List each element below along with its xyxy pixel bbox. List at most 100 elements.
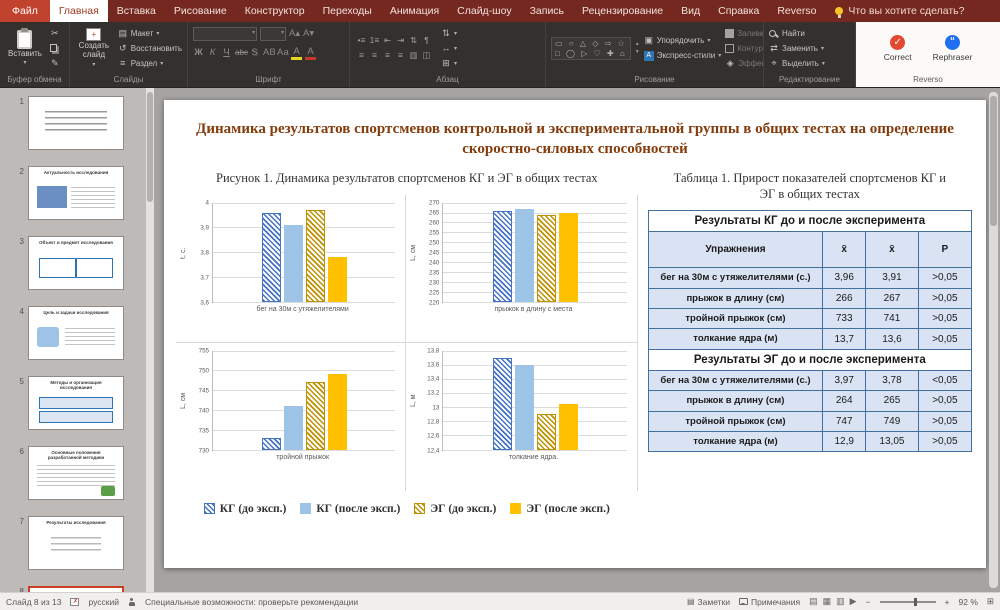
ribbon-tab[interactable]: Анимация — [381, 0, 448, 22]
chart-4[interactable]: L, м13,813,613,413,21312,812,612,4толкан… — [406, 343, 636, 491]
slide-thumbnail[interactable]: Основные положения разработанной методик… — [28, 446, 124, 500]
figure-caption[interactable]: Рисунок 1. Динамика результатов спортсме… — [194, 171, 620, 187]
decrease-font-button[interactable]: А▾ — [303, 28, 314, 39]
increase-indent-button[interactable]: ⇥ — [394, 35, 407, 46]
new-slide-button[interactable]: + Создать слайд ▾ — [75, 27, 113, 69]
justify-button[interactable]: ≡ — [394, 50, 407, 61]
ribbon-tabs: ГлавнаяВставкаРисованиеКонструкторПерехо… — [50, 0, 826, 22]
slide-title[interactable]: Динамика результатов спортсменов контрол… — [190, 120, 960, 159]
arrange-button[interactable]: ▣Упорядочить▾ — [644, 34, 722, 47]
slide-thumbnail[interactable]: Результаты исследования — [28, 516, 124, 570]
ribbon-tab[interactable]: Переходы — [314, 0, 381, 22]
shape-effects-button[interactable]: ◈Эффекты фигуры▾ — [725, 57, 764, 70]
ribbon-tab[interactable]: Конструктор — [236, 0, 314, 22]
correct-button[interactable]: ✓ Correct — [876, 35, 920, 62]
paste-button[interactable]: Вставить ▾ — [5, 29, 45, 68]
highlight-color-button[interactable]: А — [291, 46, 302, 60]
align-left-button[interactable]: ≡ — [355, 50, 368, 61]
shape-outline-button[interactable]: Контур фигуры▾ — [725, 42, 764, 55]
format-painter-button[interactable]: ✎ — [50, 57, 60, 70]
notes-toggle[interactable]: ▤Заметки — [687, 597, 730, 607]
slide-counter[interactable]: Слайд 8 из 13 — [6, 597, 61, 607]
shape-icons-row: ▭ ○ △ ◇ ⇨ ☆ — [555, 39, 627, 48]
chart-2[interactable]: L, см270265260255250245240235230225220пр… — [406, 195, 636, 343]
chart-3[interactable]: L, см755750745740735730тройной прыжок — [176, 343, 406, 491]
ribbon-tab[interactable]: Главная — [50, 0, 108, 22]
ribbon-tab[interactable]: Reverso — [768, 0, 825, 22]
numbering-button[interactable]: 1≡ — [368, 35, 381, 46]
replace-button[interactable]: ⇄Заменить▾ — [769, 42, 825, 55]
quick-styles-button[interactable]: АЭкспресс-стили▾ — [644, 49, 722, 62]
slide-thumbnail[interactable] — [28, 96, 124, 150]
align-text-button[interactable]: ↔▾ — [441, 42, 457, 55]
copy-button[interactable] — [50, 42, 60, 55]
tab-file[interactable]: Файл — [0, 0, 50, 22]
ribbon-tab[interactable]: Рецензирование — [573, 0, 672, 22]
ribbon-tab[interactable]: Запись — [521, 0, 573, 22]
zoom-slider-thumb[interactable] — [914, 598, 917, 606]
increase-font-button[interactable]: А▴ — [289, 28, 300, 39]
slide-thumbnail[interactable]: Актуальность исследования — [28, 166, 124, 220]
find-button[interactable]: Найти — [769, 27, 825, 40]
bold-button[interactable]: Ж — [193, 47, 204, 58]
ribbon-tab[interactable]: Слайд-шоу — [448, 0, 520, 22]
reading-view-button[interactable]: ▥ — [836, 596, 845, 607]
zoom-level[interactable]: 92 % — [959, 597, 978, 607]
ribbon-tab[interactable]: Справка — [709, 0, 768, 22]
results-table[interactable]: Результаты КГ до и после экспериментаУпр… — [648, 210, 972, 452]
language-indicator[interactable]: русский — [88, 597, 119, 607]
font-name-select[interactable] — [193, 27, 257, 41]
slide-thumbnail[interactable] — [28, 586, 124, 592]
slide-thumbnail[interactable]: Объект и предмет исследования — [28, 236, 124, 290]
shape-fill-button[interactable]: Заливка фигуры▾ — [725, 27, 764, 40]
normal-view-button[interactable]: ▤ — [809, 596, 818, 607]
comments-toggle[interactable]: Примечания — [739, 597, 800, 607]
smartart-convert-button[interactable]: ◫ — [420, 50, 433, 61]
italic-button[interactable]: К — [207, 47, 218, 58]
accessibility-status[interactable]: Специальные возможности: проверьте реком… — [145, 597, 358, 607]
zoom-slider[interactable] — [880, 601, 936, 603]
change-case-button[interactable]: Аа — [277, 47, 288, 58]
underline-button[interactable]: Ч — [221, 47, 232, 58]
decrease-indent-button[interactable]: ⇤ — [381, 35, 394, 46]
layout-button[interactable]: ▤Макет▾ — [118, 27, 182, 40]
reset-button[interactable]: ↺Восстановить — [118, 42, 182, 55]
convert-smartart-button[interactable]: ⊞▾ — [441, 57, 457, 70]
ribbon-tab[interactable]: Рисование — [165, 0, 236, 22]
columns-button[interactable]: ▥ — [407, 50, 420, 61]
line-spacing-button[interactable]: ⇅ — [407, 35, 420, 46]
ribbon-tab[interactable]: Вставка — [108, 0, 165, 22]
scrollbar-thumb[interactable] — [990, 96, 997, 226]
chart-1[interactable]: t, с.43,93,83,73,6бег на 30м с утяжелите… — [176, 195, 406, 343]
tell-me-box[interactable]: Что вы хотите сделать? — [825, 0, 974, 22]
ribbon-tab[interactable]: Вид — [672, 0, 709, 22]
section-button[interactable]: ≡Раздел▾ — [118, 57, 182, 70]
zoom-out-button[interactable]: − — [866, 597, 871, 607]
rephraser-button[interactable]: “ Rephraser — [925, 35, 981, 62]
table-caption[interactable]: Таблица 1. Прирост показателей спортсмен… — [666, 171, 954, 202]
thumbnail-panel-scrollbar[interactable] — [146, 88, 154, 592]
text-shadow-button[interactable]: S — [249, 47, 260, 58]
bullets-button[interactable]: •≡ — [355, 35, 368, 46]
gallery-scroll-arrows[interactable]: ▲▼ — [635, 41, 640, 55]
spellcheck-icon[interactable] — [70, 598, 79, 606]
align-center-button[interactable]: ≡ — [368, 50, 381, 61]
cut-button[interactable]: ✂ — [50, 27, 60, 40]
font-color-button[interactable]: А — [305, 46, 316, 60]
slide-thumbnail[interactable]: Цель и задачи исследования — [28, 306, 124, 360]
strikethrough-button[interactable]: abc — [235, 48, 246, 57]
paragraph-marks-button[interactable]: ¶ — [420, 35, 433, 46]
select-button[interactable]: ⌖Выделить▾ — [769, 57, 825, 70]
character-spacing-button[interactable]: АВ — [263, 47, 274, 58]
align-right-button[interactable]: ≡ — [381, 50, 394, 61]
slide-sorter-view-button[interactable]: ▦ — [823, 596, 832, 607]
text-direction-button[interactable]: ⇅▾ — [441, 27, 457, 40]
slide-thumbnail[interactable]: Методы и организация исследования — [28, 376, 124, 430]
shapes-gallery[interactable]: ▭ ○ △ ◇ ⇨ ☆ □ ◯ ▷ ♡ ✚ ⌂ — [551, 37, 631, 60]
vertical-scrollbar[interactable] — [989, 92, 998, 588]
current-slide[interactable]: Динамика результатов спортсменов контрол… — [164, 100, 986, 568]
slideshow-button[interactable]: ▶ — [850, 596, 857, 607]
zoom-in-button[interactable]: + — [945, 597, 950, 607]
fit-to-window-button[interactable]: ⊞ — [987, 596, 994, 607]
font-size-select[interactable] — [260, 27, 286, 41]
